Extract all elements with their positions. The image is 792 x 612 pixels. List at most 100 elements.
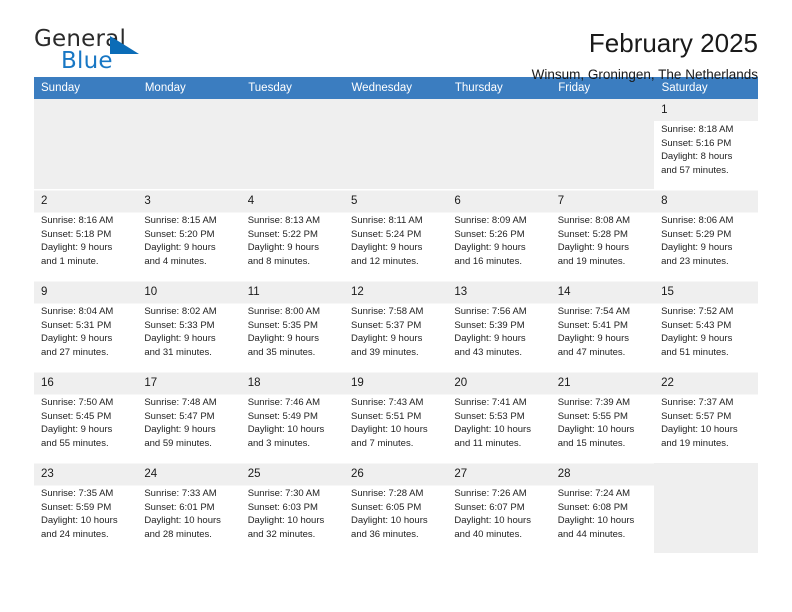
weekday-header-wednesday: Wednesday <box>344 77 448 99</box>
day-sun-info: Sunrise: 7:56 AM Sunset: 5:39 PM Daylight:… <box>454 303 544 359</box>
day-cell-content: 16 Sunrise: 7:50 AM Sunset: 5:45 PM Dayligh… <box>34 372 137 450</box>
calendar-day-cell[interactable]: 8 Sunrise: 8:06 AM Sunset: 5:29 PM Daylight… <box>654 189 758 281</box>
day-info-sunrise: Sunrise: 7:26 AM <box>454 488 527 499</box>
calendar-week-row: 23 Sunrise: 7:35 AM Sunset: 5:59 PM Dayligh… <box>34 462 758 554</box>
calendar-day-cell[interactable]: 26 Sunrise: 7:28 AM Sunset: 6:05 PM Dayligh… <box>344 462 448 554</box>
day-info-sunrise: Sunrise: 7:41 AM <box>454 397 527 408</box>
calendar-day-cell[interactable]: 27 Sunrise: 7:26 AM Sunset: 6:07 PM Dayligh… <box>447 462 551 554</box>
day-info-sunset: Sunset: 5:16 PM <box>661 137 732 149</box>
brand-logo[interactable]: General Blue <box>34 26 204 78</box>
day-sun-info: Sunrise: 7:58 AM Sunset: 5:37 PM Daylight:… <box>351 303 441 359</box>
day-info-sunrise: Sunrise: 8:09 AM <box>454 215 527 226</box>
calendar-day-cell[interactable]: 14 Sunrise: 7:54 AM Sunset: 5:41 PM Dayligh… <box>550 280 655 372</box>
day-info-sunset: Sunset: 5:33 PM <box>144 319 215 331</box>
day-info-daylight2: and 4 minutes. <box>144 255 207 267</box>
calendar-day-cell[interactable]: 3 Sunrise: 8:15 AM Sunset: 5:20 PM Daylight… <box>137 189 241 281</box>
day-info-daylight2: and 23 minutes. <box>661 255 729 267</box>
day-info-sunset: Sunset: 5:18 PM <box>41 228 112 240</box>
day-sun-info: Sunrise: 7:46 AM Sunset: 5:49 PM Daylight:… <box>248 394 338 450</box>
calendar-day-cell[interactable]: 6 Sunrise: 8:09 AM Sunset: 5:26 PM Daylight… <box>447 189 551 281</box>
day-info-daylight1: Daylight: 10 hours <box>247 515 325 527</box>
calendar-day-cell[interactable]: 10 Sunrise: 8:02 AM Sunset: 5:33 PM Dayligh… <box>137 280 241 372</box>
calendar-day-cell[interactable]: 24 Sunrise: 7:33 AM Sunset: 6:01 PM Dayligh… <box>137 462 241 554</box>
calendar-cell-empty <box>34 99 138 190</box>
day-sun-info: Sunrise: 7:41 AM Sunset: 5:53 PM Daylight:… <box>454 394 544 450</box>
day-info-daylight1: Daylight: 10 hours <box>41 515 118 527</box>
day-info-daylight2: and 24 minutes. <box>41 528 109 540</box>
day-info-daylight2: and 16 minutes. <box>454 255 522 267</box>
calendar-day-cell[interactable]: 25 Sunrise: 7:30 AM Sunset: 6:03 PM Dayligh… <box>240 462 345 554</box>
day-number: 3 <box>144 195 151 207</box>
day-cell-content: 19 Sunrise: 7:43 AM Sunset: 5:51 PM Dayligh… <box>344 372 447 450</box>
day-info-daylight2: and 32 minutes. <box>247 528 316 540</box>
day-number: 28 <box>557 468 571 480</box>
calendar-day-cell[interactable]: 18 Sunrise: 7:46 AM Sunset: 5:49 PM Dayligh… <box>240 371 345 463</box>
day-number: 26 <box>351 468 364 480</box>
day-info-daylight1: Daylight: 9 hours <box>144 333 216 345</box>
day-sun-info: Sunrise: 8:09 AM Sunset: 5:26 PM Daylight:… <box>454 212 544 268</box>
day-info-sunrise: Sunrise: 8:02 AM <box>144 306 217 317</box>
day-info-sunset: Sunset: 5:47 PM <box>144 410 215 422</box>
calendar-day-cell[interactable]: 28 Sunrise: 7:24 AM Sunset: 6:08 PM Dayligh… <box>550 462 655 554</box>
calendar-day-cell[interactable]: 19 Sunrise: 7:43 AM Sunset: 5:51 PM Dayligh… <box>344 371 448 463</box>
calendar-day-cell[interactable]: 1 Sunrise: 8:18 AM Sunset: 5:16 PM Daylight… <box>654 99 758 190</box>
day-info-sunrise: Sunrise: 7:46 AM <box>247 397 321 408</box>
day-info-sunset: Sunset: 5:31 PM <box>41 319 112 331</box>
day-number: 16 <box>41 377 54 389</box>
day-number: 24 <box>144 468 158 480</box>
day-sun-info: Sunrise: 8:11 AM Sunset: 5:24 PM Daylight:… <box>351 212 441 268</box>
day-cell-content: 15 Sunrise: 7:52 AM Sunset: 5:43 PM Dayligh… <box>654 281 757 359</box>
day-info-daylight1: Daylight: 9 hours <box>661 333 733 345</box>
day-info-sunset: Sunset: 5:28 PM <box>557 228 628 240</box>
day-info-daylight1: Daylight: 9 hours <box>557 242 630 254</box>
day-info-daylight2: and 11 minutes. <box>454 437 522 449</box>
day-info-sunset: Sunset: 5:51 PM <box>351 410 422 422</box>
calendar-day-cell[interactable]: 7 Sunrise: 8:08 AM Sunset: 5:28 PM Daylight… <box>550 189 655 281</box>
calendar-day-cell[interactable]: 23 Sunrise: 7:35 AM Sunset: 5:59 PM Dayligh… <box>34 462 138 554</box>
day-cell-content: 27 Sunrise: 7:26 AM Sunset: 6:07 PM Dayligh… <box>447 463 550 541</box>
calendar-day-cell[interactable]: 22 Sunrise: 7:37 AM Sunset: 5:57 PM Dayligh… <box>654 371 758 463</box>
calendar-day-cell[interactable]: 4 Sunrise: 8:13 AM Sunset: 5:22 PM Daylight… <box>240 189 345 281</box>
calendar-day-cell[interactable]: 13 Sunrise: 7:56 AM Sunset: 5:39 PM Dayligh… <box>447 280 551 372</box>
day-number: 12 <box>351 286 364 298</box>
calendar-day-cell[interactable]: 16 Sunrise: 7:50 AM Sunset: 5:45 PM Dayligh… <box>34 371 138 463</box>
day-number: 2 <box>41 195 48 207</box>
day-info-sunset: Sunset: 5:43 PM <box>661 319 732 331</box>
day-sun-info: Sunrise: 7:35 AM Sunset: 5:59 PM Daylight:… <box>41 485 131 541</box>
calendar-day-cell[interactable]: 15 Sunrise: 7:52 AM Sunset: 5:43 PM Dayligh… <box>654 280 758 372</box>
day-info-sunrise: Sunrise: 7:33 AM <box>144 488 217 499</box>
day-number: 9 <box>41 286 48 298</box>
weekday-header-sunday: Sunday <box>34 77 138 99</box>
calendar-day-cell[interactable]: 12 Sunrise: 7:58 AM Sunset: 5:37 PM Dayligh… <box>344 280 448 372</box>
day-info-sunset: Sunset: 5:41 PM <box>557 319 628 331</box>
day-cell-content: 11 Sunrise: 8:00 AM Sunset: 5:35 PM Dayligh… <box>241 281 344 359</box>
day-info-sunrise: Sunrise: 7:39 AM <box>557 397 631 408</box>
day-number: 23 <box>41 468 54 480</box>
day-number: 25 <box>247 468 261 480</box>
day-info-daylight1: Daylight: 9 hours <box>454 333 526 345</box>
day-sun-info: Sunrise: 7:37 AM Sunset: 5:57 PM Daylight:… <box>661 394 751 450</box>
calendar-day-cell[interactable]: 20 Sunrise: 7:41 AM Sunset: 5:53 PM Dayligh… <box>447 371 551 463</box>
day-info-daylight2: and 19 minutes. <box>661 437 729 449</box>
day-info-daylight2: and 35 minutes. <box>247 346 316 358</box>
day-info-sunset: Sunset: 5:49 PM <box>247 410 318 422</box>
day-info-sunset: Sunset: 5:26 PM <box>454 228 525 240</box>
calendar-day-cell[interactable]: 9 Sunrise: 8:04 AM Sunset: 5:31 PM Daylight… <box>34 280 138 372</box>
day-cell-content: 21 Sunrise: 7:39 AM Sunset: 5:55 PM Dayligh… <box>551 372 654 450</box>
calendar-day-cell[interactable]: 11 Sunrise: 8:00 AM Sunset: 5:35 PM Dayligh… <box>240 280 345 372</box>
day-sun-info: Sunrise: 7:48 AM Sunset: 5:47 PM Daylight:… <box>144 394 234 450</box>
calendar-day-cell[interactable]: 5 Sunrise: 8:11 AM Sunset: 5:24 PM Daylight… <box>344 189 448 281</box>
day-info-daylight1: Daylight: 9 hours <box>351 333 423 345</box>
day-info-daylight1: Daylight: 9 hours <box>351 242 423 254</box>
day-info-daylight2: and 36 minutes. <box>351 528 419 540</box>
calendar-cell-empty <box>240 99 345 190</box>
sunrise-sunset-calendar: Sunday Monday Tuesday Wednesday Thursday… <box>34 77 759 554</box>
day-cell-content: 23 Sunrise: 7:35 AM Sunset: 5:59 PM Dayligh… <box>34 463 137 541</box>
calendar-day-cell[interactable]: 2 Sunrise: 8:16 AM Sunset: 5:18 PM Daylight… <box>34 189 138 281</box>
day-info-daylight1: Daylight: 10 hours <box>557 515 635 527</box>
calendar-day-cell[interactable]: 21 Sunrise: 7:39 AM Sunset: 5:55 PM Dayligh… <box>550 371 655 463</box>
day-sun-info: Sunrise: 8:16 AM Sunset: 5:18 PM Daylight:… <box>41 212 131 268</box>
calendar-day-cell[interactable]: 17 Sunrise: 7:48 AM Sunset: 5:47 PM Dayligh… <box>137 371 241 463</box>
day-sun-info: Sunrise: 7:43 AM Sunset: 5:51 PM Daylight:… <box>351 394 441 450</box>
day-cell-content: 28 Sunrise: 7:24 AM Sunset: 6:08 PM Dayligh… <box>551 463 654 541</box>
